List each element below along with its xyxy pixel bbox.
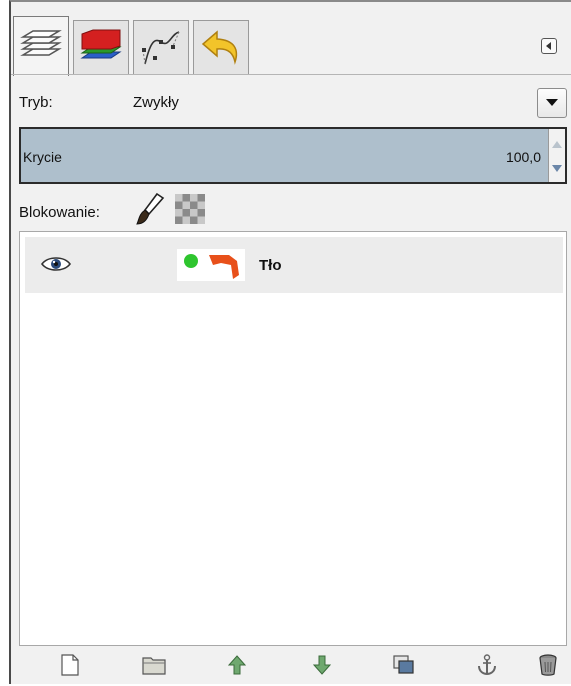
lock-alpha-icon[interactable] bbox=[175, 194, 205, 228]
mode-dropdown-button[interactable] bbox=[537, 88, 567, 118]
opacity-scale[interactable]: Krycie 100,0 bbox=[19, 127, 567, 184]
anchor-layer-button[interactable] bbox=[474, 652, 500, 678]
layers-dock: Tryb: Zwykły Krycie 100,0 Blokowanie: Tł… bbox=[9, 0, 571, 684]
tab-layers[interactable] bbox=[13, 16, 69, 76]
spin-down-icon[interactable] bbox=[552, 165, 562, 172]
tab-menu-button[interactable] bbox=[541, 38, 557, 54]
layer-row[interactable]: Tło bbox=[25, 237, 563, 293]
lock-pixels-icon[interactable] bbox=[135, 192, 165, 230]
tab-menu-icon bbox=[546, 42, 551, 50]
layers-toolbar bbox=[19, 652, 567, 686]
lock-label: Blokowanie: bbox=[19, 204, 100, 221]
new-layer-icon bbox=[61, 654, 79, 676]
duplicate-layer-button[interactable] bbox=[391, 652, 417, 678]
duplicate-layer-icon bbox=[393, 655, 414, 674]
tab-bar-separator bbox=[11, 74, 571, 75]
layer-name[interactable]: Tło bbox=[259, 257, 282, 274]
opacity-value: 100,0 bbox=[505, 149, 541, 165]
visibility-eye-icon[interactable] bbox=[40, 255, 72, 277]
tab-undo-history[interactable] bbox=[193, 20, 249, 74]
lower-layer-icon bbox=[313, 655, 331, 675]
new-layer-group-icon bbox=[142, 657, 166, 675]
layers-list[interactable]: Tło bbox=[19, 231, 567, 646]
new-layer-button[interactable] bbox=[57, 652, 83, 678]
spin-up-icon[interactable] bbox=[552, 141, 562, 148]
tab-channels[interactable] bbox=[73, 20, 129, 74]
mode-select[interactable]: Zwykły bbox=[125, 85, 567, 121]
opacity-label: Krycie bbox=[23, 149, 62, 165]
lower-layer-button[interactable] bbox=[309, 652, 335, 678]
raise-layer-icon bbox=[228, 655, 246, 675]
delete-layer-icon bbox=[539, 654, 557, 676]
anchor-layer-icon bbox=[478, 654, 496, 676]
raise-layer-button[interactable] bbox=[224, 652, 250, 678]
chevron-down-icon bbox=[546, 99, 558, 106]
dock-tab-bar bbox=[11, 2, 571, 76]
layers-icon bbox=[20, 29, 62, 56]
tab-paths[interactable] bbox=[133, 20, 189, 74]
mode-value: Zwykły bbox=[133, 94, 179, 111]
delete-layer-button[interactable] bbox=[535, 652, 561, 678]
opacity-spinner[interactable] bbox=[548, 129, 565, 182]
mode-label: Tryb: bbox=[19, 94, 53, 111]
channels-icon bbox=[80, 29, 122, 58]
undo-icon bbox=[201, 29, 238, 65]
layer-thumbnail bbox=[177, 249, 245, 281]
paths-icon bbox=[142, 30, 180, 64]
new-layer-group-button[interactable] bbox=[141, 652, 167, 678]
